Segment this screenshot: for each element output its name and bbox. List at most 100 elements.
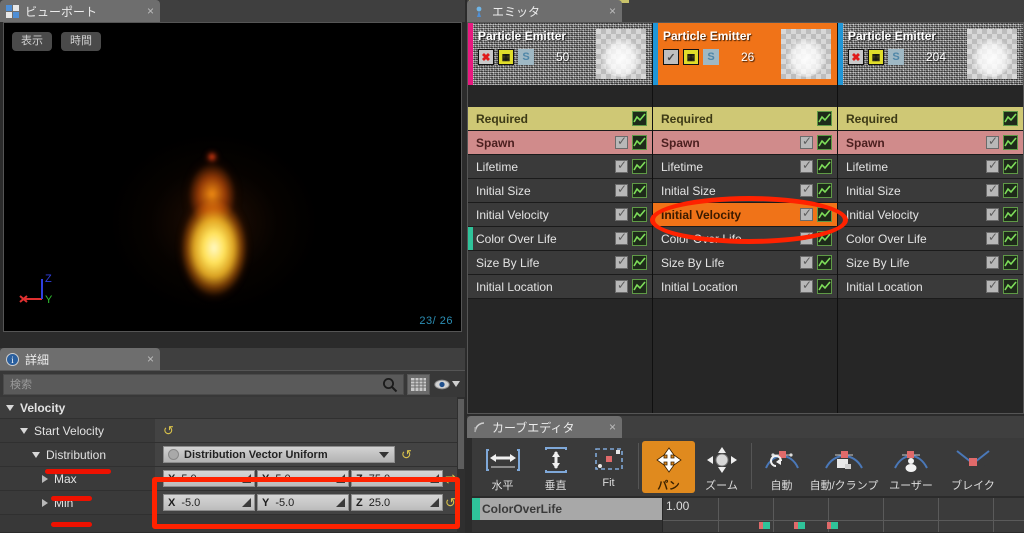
auto-clamped-button[interactable]: 自動/クランプ	[808, 441, 880, 493]
module-row-initial-size[interactable]: Initial Size	[468, 179, 652, 203]
close-icon[interactable]: ×	[609, 421, 616, 433]
chevron-right-icon[interactable]	[42, 474, 48, 483]
module-row-lifetime[interactable]: Lifetime	[838, 155, 1023, 179]
time-button[interactable]: 時間	[61, 32, 101, 51]
reset-icon[interactable]: ↺	[401, 448, 412, 461]
module-enable-checkbox[interactable]	[800, 230, 813, 245]
curve-toggle-icon[interactable]	[817, 231, 832, 246]
module-row-initial-location[interactable]: Initial Location	[838, 275, 1023, 299]
module-enable-checkbox[interactable]	[615, 254, 628, 269]
module-row-color-over-life[interactable]: Color Over Life	[468, 227, 652, 251]
curve-toggle-icon[interactable]	[1003, 111, 1018, 126]
curve-key-point[interactable]	[798, 522, 805, 529]
reset-icon[interactable]: ↺	[445, 496, 456, 509]
curve-toggle-icon[interactable]	[817, 279, 832, 294]
module-row-required[interactable]: Required	[653, 107, 837, 131]
module-enable-checkbox[interactable]	[615, 206, 628, 221]
property-row-max[interactable]: Max X 5.0 Y 5.0 Z 75.0 ⇄	[0, 467, 465, 491]
fit-horizontal-button[interactable]: 水平	[476, 441, 529, 493]
solo-icon[interactable]: S	[703, 49, 719, 65]
curve-toggle-icon[interactable]	[1003, 255, 1018, 270]
zoom-button[interactable]: ズーム	[695, 441, 748, 493]
module-enable-checkbox[interactable]	[986, 182, 999, 197]
render-mode-icon[interactable]: ▦	[683, 49, 699, 65]
curve-key-point[interactable]	[763, 522, 770, 529]
module-row-initial-velocity[interactable]: Initial Velocity	[838, 203, 1023, 227]
module-row-initial-location[interactable]: Initial Location	[468, 275, 652, 299]
module-enable-checkbox[interactable]	[800, 254, 813, 269]
module-row-spawn[interactable]: Spawn	[653, 131, 837, 155]
close-icon[interactable]: ×	[147, 353, 154, 365]
viewport-render-area[interactable]: 表示 時間 Y Z 23/ 26	[3, 22, 462, 332]
tab-curve-editor[interactable]: カーブエディタ ×	[467, 416, 622, 438]
module-enable-checkbox[interactable]	[986, 254, 999, 269]
module-row-initial-size[interactable]: Initial Size	[838, 179, 1023, 203]
tab-viewport[interactable]: ビューポート ×	[0, 0, 160, 22]
module-enable-checkbox[interactable]	[800, 206, 813, 221]
search-input[interactable]: 検索	[3, 373, 404, 395]
chevron-right-icon[interactable]	[42, 498, 48, 507]
module-enable-checkbox[interactable]	[986, 134, 999, 149]
curve-key-point[interactable]	[831, 522, 838, 529]
render-mode-icon[interactable]: ▦	[498, 49, 514, 65]
property-row-distribution[interactable]: Distribution Distribution Vector Uniform…	[0, 443, 465, 467]
close-icon[interactable]: ×	[147, 5, 154, 17]
fit-vertical-button[interactable]: 垂直	[529, 441, 582, 493]
user-tangent-button[interactable]: ユーザー	[880, 441, 942, 493]
x-icon[interactable]: ✖	[848, 49, 864, 65]
emitter-header[interactable]: Particle Emitter ✖ ▦ S 50	[468, 23, 652, 85]
x-icon[interactable]: ✖	[478, 49, 494, 65]
module-row-initial-location[interactable]: Initial Location	[653, 275, 837, 299]
curve-toggle-icon[interactable]	[817, 255, 832, 270]
break-tangent-button[interactable]: ブレイク	[942, 441, 1004, 493]
curve-toggle-icon[interactable]	[1003, 135, 1018, 150]
module-enable-checkbox[interactable]	[800, 278, 813, 293]
module-row-spawn[interactable]: Spawn	[838, 131, 1023, 155]
module-row-color-over-life[interactable]: Color Over Life	[838, 227, 1023, 251]
module-enable-checkbox[interactable]	[986, 206, 999, 221]
curve-toggle-icon[interactable]	[817, 159, 832, 174]
property-row-min[interactable]: Min X -5.0 Y -5.0 Z 25.0 ↺	[0, 491, 465, 515]
auto-tangent-button[interactable]: 自動	[755, 441, 808, 493]
module-enable-checkbox[interactable]	[800, 158, 813, 173]
module-enable-checkbox[interactable]	[800, 182, 813, 197]
solo-icon[interactable]: S	[888, 49, 904, 65]
details-scrollbar[interactable]	[457, 397, 465, 533]
curve-toggle-icon[interactable]	[1003, 207, 1018, 222]
distribution-select[interactable]: Distribution Vector Uniform	[163, 446, 395, 463]
module-row-lifetime[interactable]: Lifetime	[653, 155, 837, 179]
module-enable-checkbox[interactable]	[615, 134, 628, 149]
show-button[interactable]: 表示	[12, 32, 52, 51]
emitter-header[interactable]: Particle Emitter ✓ ▦ S 26	[653, 23, 837, 85]
module-enable-checkbox[interactable]	[615, 182, 628, 197]
module-enable-checkbox[interactable]	[986, 158, 999, 173]
emitter-thumbnail[interactable]	[967, 29, 1017, 79]
reset-icon[interactable]: ⇄	[445, 472, 456, 485]
curve-toggle-icon[interactable]	[817, 111, 832, 126]
module-enable-checkbox[interactable]	[615, 278, 628, 293]
module-row-color-over-life[interactable]: Color Over Life	[653, 227, 837, 251]
curve-toggle-icon[interactable]	[632, 111, 647, 126]
check-icon[interactable]: ✓	[663, 49, 679, 65]
module-row-size-by-life[interactable]: Size By Life	[838, 251, 1023, 275]
curve-toggle-icon[interactable]	[817, 207, 832, 222]
curve-toggle-icon[interactable]	[1003, 231, 1018, 246]
emitter-column[interactable]: Particle Emitter ✖ ▦ S 204 Required Spaw…	[838, 23, 1023, 413]
reset-icon[interactable]: ↺	[163, 424, 174, 437]
emitter-thumbnail[interactable]	[596, 29, 646, 79]
curve-toggle-icon[interactable]	[632, 183, 647, 198]
curve-toggle-icon[interactable]	[632, 207, 647, 222]
curve-toggle-icon[interactable]	[817, 135, 832, 150]
module-row-initial-size[interactable]: Initial Size	[653, 179, 837, 203]
curve-toggle-icon[interactable]	[632, 279, 647, 294]
module-row-spawn[interactable]: Spawn	[468, 131, 652, 155]
curve-toggle-icon[interactable]	[817, 183, 832, 198]
max-y-field[interactable]: Y 5.0	[257, 470, 349, 487]
module-enable-checkbox[interactable]	[615, 158, 628, 173]
module-row-lifetime[interactable]: Lifetime	[468, 155, 652, 179]
min-z-field[interactable]: Z 25.0	[351, 494, 443, 511]
module-row-initial-velocity[interactable]: Initial Velocity	[468, 203, 652, 227]
curve-toggle-icon[interactable]	[1003, 183, 1018, 198]
property-category-velocity[interactable]: Velocity	[0, 397, 465, 419]
module-row-initial-velocity-selected[interactable]: Initial Velocity	[653, 203, 837, 227]
